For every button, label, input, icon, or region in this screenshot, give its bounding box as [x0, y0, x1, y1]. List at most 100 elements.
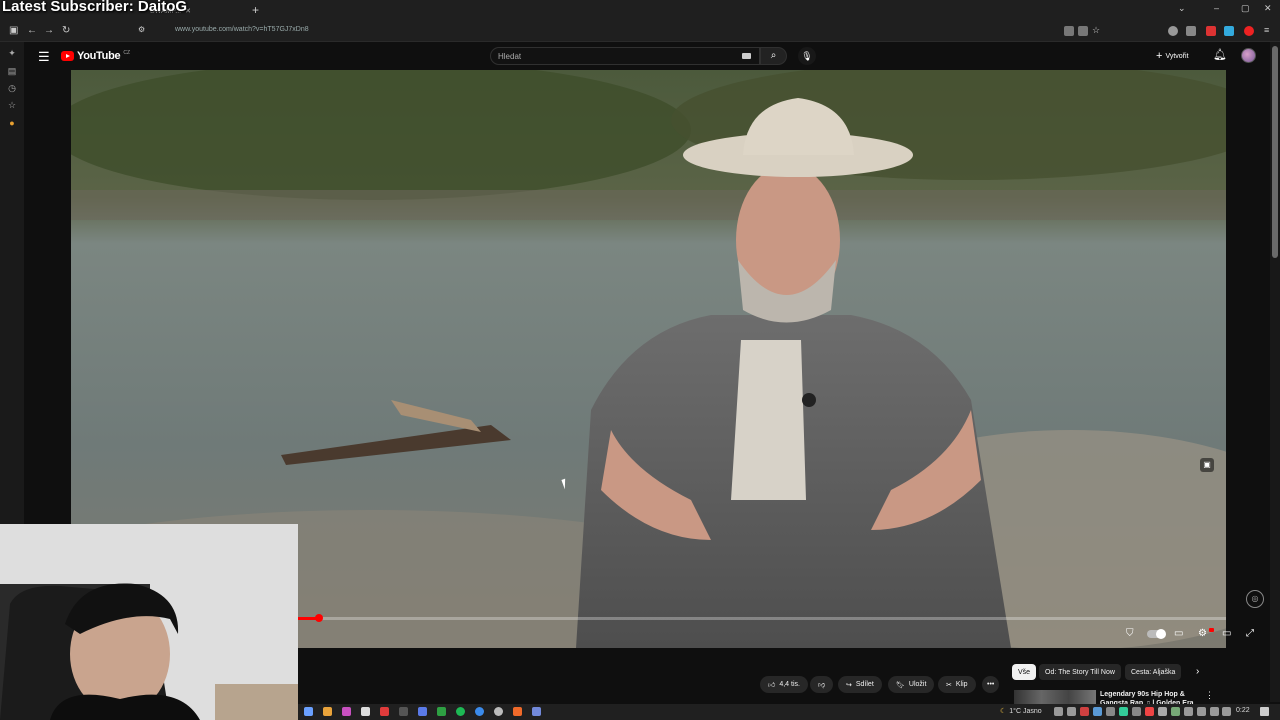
- save-label: Uložit: [908, 681, 927, 688]
- taskbar-app-icon[interactable]: [399, 707, 408, 716]
- extension-icon[interactable]: [1224, 26, 1234, 36]
- search-input[interactable]: [490, 47, 760, 65]
- tray-icon[interactable]: [1184, 707, 1193, 716]
- chip-all[interactable]: Vše: [1012, 664, 1037, 680]
- browser-sidebar: [0, 42, 24, 524]
- menu-icon[interactable]: ☰: [38, 49, 50, 65]
- search-placeholder: Hledat: [498, 52, 522, 61]
- maximize-button[interactable]: ▢: [1241, 3, 1250, 14]
- taskbar-app-icon[interactable]: [437, 707, 446, 716]
- sidebar-extension-icon[interactable]: ●: [7, 118, 17, 128]
- taskbar-app-icon[interactable]: [361, 707, 370, 716]
- back-icon[interactable]: ←: [27, 25, 37, 36]
- miniplayer-icon[interactable]: ▣: [1200, 458, 1214, 472]
- wifi-icon[interactable]: [1197, 707, 1206, 716]
- tray-icon[interactable]: [1158, 707, 1167, 716]
- tab-search-icon[interactable]: ⌄: [1178, 3, 1186, 14]
- clip-button[interactable]: ✂ Klip: [938, 676, 976, 693]
- browser-menu-icon[interactable]: ≡: [1264, 25, 1269, 35]
- extension-icon[interactable]: [1206, 26, 1216, 36]
- keyboard-icon[interactable]: [742, 53, 751, 59]
- sidebar-toggle-icon[interactable]: ▣: [9, 25, 18, 36]
- progress-bar[interactable]: [298, 617, 1226, 620]
- forward-icon[interactable]: →: [44, 25, 54, 36]
- mic-icon[interactable]: 🎙: [798, 47, 816, 65]
- channel-watermark-icon[interactable]: ◎: [1246, 590, 1264, 608]
- autoplay-toggle[interactable]: [1147, 629, 1166, 639]
- dislike-button[interactable]: 👎︎: [810, 676, 834, 693]
- chip-topic[interactable]: Cesta: Aljaška: [1125, 664, 1182, 680]
- taskbar-app-icon[interactable]: [475, 707, 484, 716]
- theater-mode-icon[interactable]: ▭: [1222, 628, 1231, 639]
- avatar[interactable]: [1241, 48, 1256, 63]
- thumb-up-icon: 👍︎: [768, 682, 776, 689]
- taskbar-app-icon[interactable]: [418, 707, 427, 716]
- search-icon[interactable]: ⌕: [760, 47, 787, 65]
- taskbar-app-icon[interactable]: [494, 707, 503, 716]
- share-button[interactable]: ↪ Sdílet: [838, 676, 882, 693]
- bell-icon[interactable]: 🔔︎: [1213, 48, 1227, 61]
- create-label: Vytvořit: [1165, 52, 1189, 60]
- tray-icon[interactable]: [1054, 707, 1063, 716]
- site-info-icon[interactable]: ⚙: [138, 25, 145, 34]
- taskbar-app-icon[interactable]: [323, 707, 332, 716]
- webcam-image: [0, 524, 298, 720]
- taskbar-app-icon[interactable]: [380, 707, 389, 716]
- youtube-logo-text: YouTube: [77, 50, 121, 62]
- share-icon: ↪: [846, 681, 852, 689]
- new-tab-button[interactable]: +: [252, 3, 259, 17]
- taskbar-clock[interactable]: 0:22: [1236, 707, 1250, 714]
- tray-icon[interactable]: [1171, 707, 1180, 716]
- create-button[interactable]: + Vytvořit: [1156, 50, 1189, 62]
- subtitles-icon[interactable]: ▭: [1174, 628, 1183, 639]
- battery-icon[interactable]: [1222, 707, 1231, 716]
- extension-icon[interactable]: [1078, 26, 1088, 36]
- tray-icon[interactable]: [1106, 707, 1115, 716]
- sidebar-history-icon[interactable]: ◷: [7, 83, 17, 93]
- scrollbar-thumb[interactable]: [1272, 46, 1278, 258]
- more-icon: •••: [987, 681, 995, 688]
- tray-icon[interactable]: [1080, 707, 1089, 716]
- thumb-down-icon: 👎︎: [818, 682, 826, 689]
- sidebar-wallet-icon[interactable]: ▤: [7, 66, 17, 76]
- extension-icon[interactable]: [1186, 26, 1196, 36]
- like-button[interactable]: 👍︎ 4,4 tis.: [760, 676, 808, 693]
- bookmark-star-icon[interactable]: ☆: [1092, 25, 1100, 36]
- chip-from-channel[interactable]: Od: The Story Till Now: [1039, 664, 1121, 680]
- fullscreen-icon[interactable]: ⤢: [1246, 628, 1254, 639]
- reload-icon[interactable]: ↻: [62, 25, 70, 36]
- notification-icon[interactable]: [1260, 707, 1269, 716]
- scissors-icon: ✂: [946, 681, 952, 689]
- extension-icon[interactable]: [1244, 26, 1254, 36]
- settings-gear-icon[interactable]: ⚙: [1198, 628, 1207, 639]
- volume-icon[interactable]: [1210, 707, 1219, 716]
- weather-widget[interactable]: ☾ 1°C Jasno: [1000, 707, 1042, 716]
- recommendation-more-icon[interactable]: ⋮: [1205, 690, 1214, 701]
- taskbar-app-icon[interactable]: [304, 707, 313, 716]
- extension-icon[interactable]: [1064, 26, 1074, 36]
- tray-icon[interactable]: [1132, 707, 1141, 716]
- stream-overlay-subscriber-text: Latest Subscriber: DaitoG: [2, 0, 188, 15]
- close-window-button[interactable]: ✕: [1264, 3, 1272, 14]
- taskbar-app-icon[interactable]: [532, 707, 541, 716]
- save-button[interactable]: 🔖︎ Uložit: [888, 676, 935, 693]
- chevron-right-icon[interactable]: ›: [1196, 666, 1199, 677]
- scrubber-handle[interactable]: [315, 614, 323, 622]
- sidebar-bookmarks-icon[interactable]: ☆: [7, 100, 17, 110]
- clip-label: Klip: [955, 681, 968, 688]
- sidebar-pin-icon[interactable]: ✦: [7, 48, 17, 58]
- bookmark-icon: 🔖︎: [896, 681, 905, 689]
- tray-icon[interactable]: [1067, 707, 1076, 716]
- taskbar-app-icon[interactable]: [456, 707, 465, 716]
- minimize-button[interactable]: –: [1214, 3, 1219, 13]
- tray-icon[interactable]: [1145, 707, 1154, 716]
- tray-icon[interactable]: [1119, 707, 1128, 716]
- share-label: Sdílet: [855, 681, 874, 688]
- shield-icon[interactable]: ⛉: [1126, 628, 1134, 639]
- url-field[interactable]: www.youtube.com/watch?v=hT57GJ7xDn8: [175, 26, 309, 33]
- tray-icon[interactable]: [1093, 707, 1102, 716]
- extension-icon[interactable]: [1168, 26, 1178, 36]
- taskbar-app-icon[interactable]: [342, 707, 351, 716]
- taskbar-app-icon[interactable]: [513, 707, 522, 716]
- youtube-logo[interactable]: YouTube CZ: [61, 50, 130, 62]
